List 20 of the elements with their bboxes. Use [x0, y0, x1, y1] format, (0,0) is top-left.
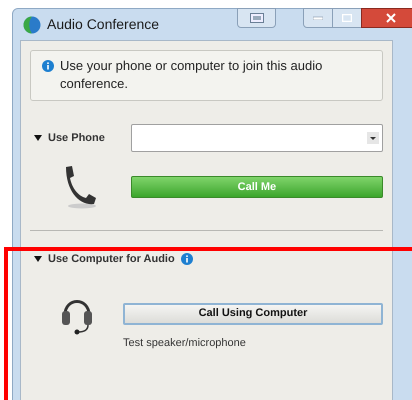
snapshot-button[interactable] [237, 8, 276, 28]
expanded-arrow-icon[interactable] [34, 255, 42, 264]
close-icon [386, 13, 396, 23]
test-speaker-link[interactable]: Test speaker/microphone [123, 334, 383, 351]
maximize-button[interactable] [333, 8, 361, 28]
globe-icon [23, 16, 41, 34]
minimize-button[interactable] [303, 8, 333, 28]
minimize-icon [313, 16, 323, 20]
info-icon [180, 253, 193, 266]
info-icon [42, 60, 54, 72]
window-icon [250, 13, 264, 23]
section-label: Use Phone [48, 130, 105, 146]
section-label: Use Computer for Audio [48, 252, 175, 267]
expanded-arrow-icon[interactable] [34, 134, 42, 142]
close-button[interactable] [361, 8, 412, 28]
call-using-computer-button[interactable]: Call Using Computer [123, 302, 383, 324]
dropdown-caret-icon[interactable] [367, 132, 379, 144]
window-title: Audio Conference [47, 15, 160, 34]
info-message: Use your phone or computer to join this audio conference. [60, 57, 324, 93]
maximize-icon [342, 14, 352, 22]
